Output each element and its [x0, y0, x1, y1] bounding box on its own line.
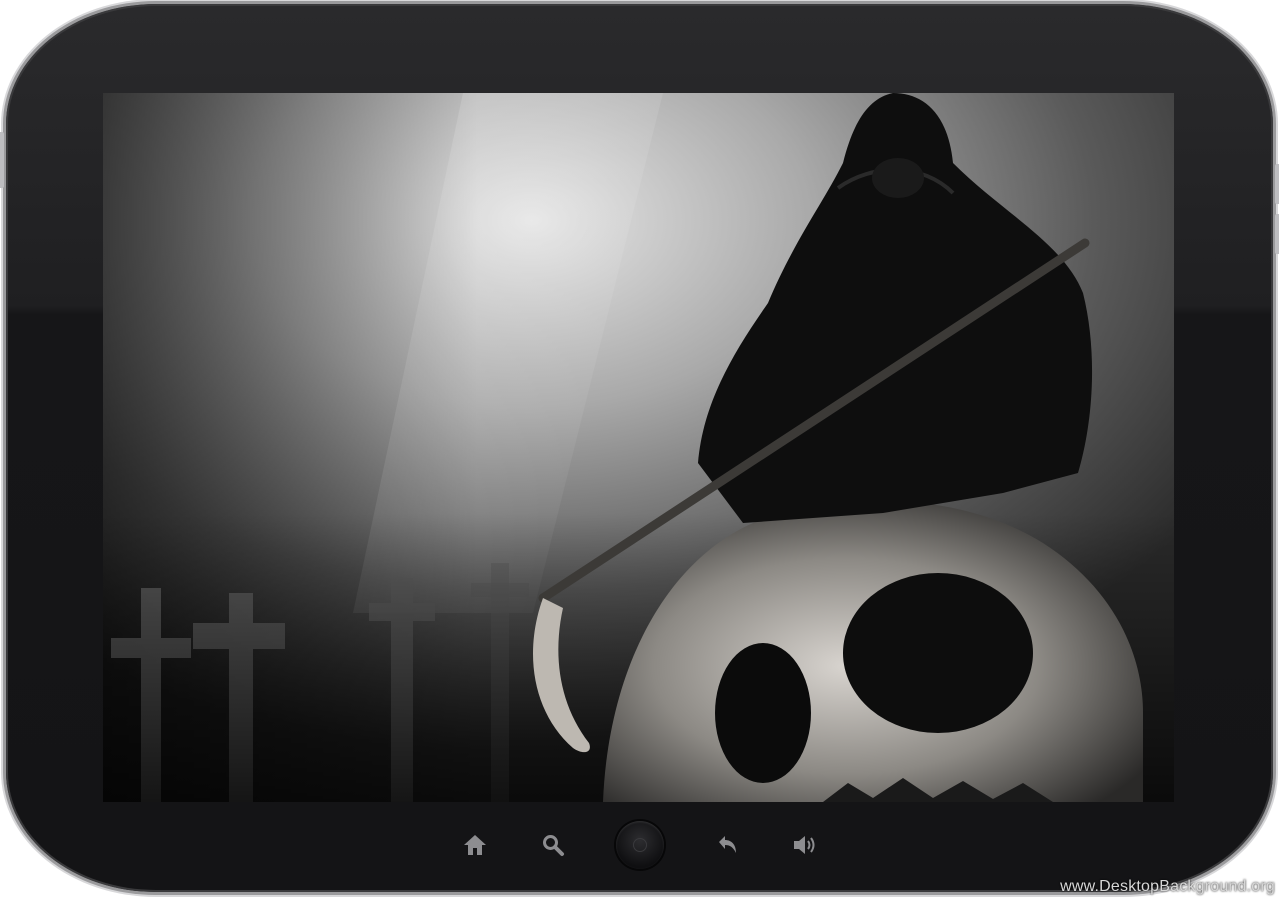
- tablet-nav-bar: [440, 815, 840, 875]
- back-icon[interactable]: [712, 830, 742, 860]
- right-side-button-top[interactable]: [1275, 164, 1279, 204]
- left-side-button[interactable]: [0, 132, 4, 188]
- wallpaper-image: [103, 93, 1174, 802]
- center-home-button[interactable]: [616, 821, 664, 869]
- watermark-text: www.DesktopBackground.org: [1060, 878, 1275, 895]
- home-button-ring: [633, 838, 647, 852]
- tablet-screen: [103, 93, 1174, 802]
- volume-icon[interactable]: [790, 830, 820, 860]
- search-icon[interactable]: [538, 830, 568, 860]
- right-side-button-bottom[interactable]: [1275, 214, 1279, 254]
- home-icon[interactable]: [460, 830, 490, 860]
